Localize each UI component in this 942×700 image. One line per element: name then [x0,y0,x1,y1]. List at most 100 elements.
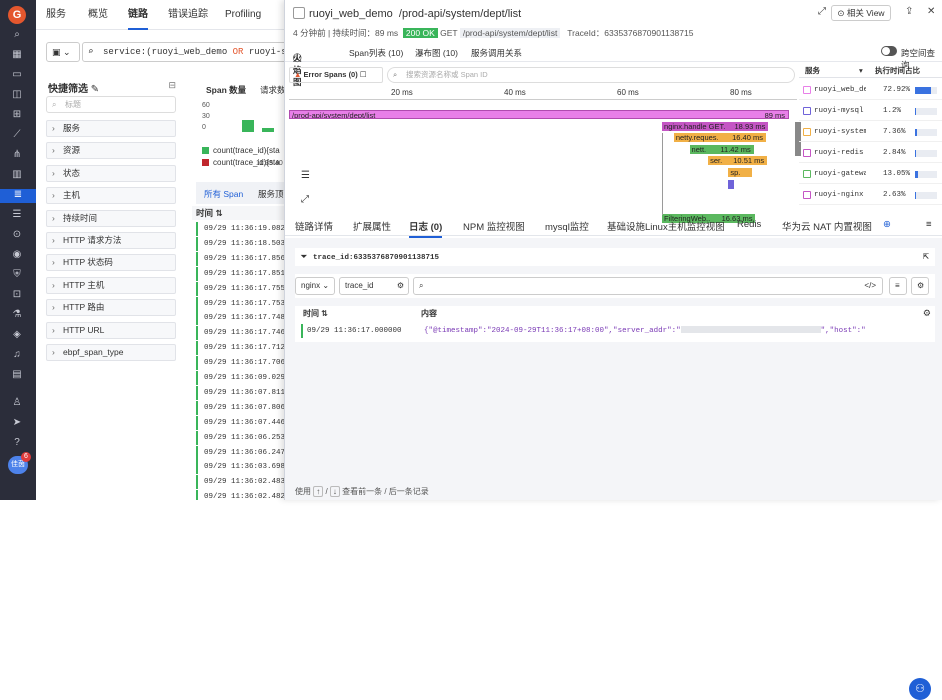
flame-span[interactable]: nett. 11.42 ms [689,144,754,154]
rum-icon[interactable]: ◉ [10,249,24,261]
error-spans-filter[interactable]: ▲ Error Spans (0) ☐ [289,67,383,83]
span-search-input[interactable]: ⌕ 搜索资源名称或 Span ID [387,67,795,83]
table-row[interactable]: 09/29 11:36:03.69800 [196,460,284,475]
filter-group[interactable]: › 持续时间 [46,209,176,227]
filter-group[interactable]: › HTTP 状态码 [46,254,176,272]
list-view-icon[interactable]: ≡ [889,277,907,295]
chart-icon[interactable]: ▥ [10,169,24,181]
menu-icon[interactable]: ≡ [926,219,932,230]
tab-top-services[interactable]: 服务顶 [258,188,284,200]
list-icon[interactable]: ☰ [301,170,310,181]
index-select[interactable]: nginx ⌄ [295,277,335,295]
table-row[interactable]: 09/29 11:36:17.71287 [196,341,284,356]
tab-mysql-view[interactable]: mysql监控 [545,219,589,233]
tab-overview[interactable]: 概览 [88,0,108,30]
send-icon[interactable]: ➤ [10,417,24,429]
table-row[interactable]: 09/29 11:36:17.85678 [196,251,284,266]
monitor-icon[interactable]: ▭ [10,69,24,81]
service-row[interactable]: ruoyi-system 7.36% [799,122,942,142]
filter-group[interactable]: › ebpf_span_type [46,344,176,361]
view-selector-button[interactable]: ▣ ⌄ [46,42,80,62]
filter-group[interactable]: › 主机 [46,187,176,205]
service-row[interactable]: ruoyi_web_de.. 72.92% [799,80,942,100]
security-icon[interactable]: ⛨ [10,269,24,281]
filter-group[interactable]: › HTTP 路由 [46,299,176,317]
service-row[interactable]: ruoyi-mysql 1.2% [799,101,942,121]
shield-icon[interactable]: ◈ [10,329,24,341]
tab-services[interactable]: 服务 [46,0,66,30]
table-row[interactable]: 09/29 11:36:17.74689 [196,326,284,341]
search-icon[interactable]: ⌕ [10,29,24,41]
table-row[interactable]: 09/29 11:36:07.44600 [196,415,284,430]
add-tab-icon[interactable]: ⊕ [883,219,891,230]
filter-group[interactable]: › 资源 [46,142,176,160]
cross-workspace-toggle[interactable] [881,46,897,56]
lab-icon[interactable]: ⚗ [10,309,24,321]
table-row[interactable]: 09/29 11:36:07.80627 [196,400,284,415]
tab-trace-detail[interactable]: 链路详情 [295,219,333,233]
flame-span[interactable]: sp. [728,168,752,177]
user-access-icon[interactable]: ⊙ [10,229,24,241]
log-row[interactable]: 09/29 11:36:17.000000 {"@timestamp":"202… [301,324,929,338]
user-icon[interactable]: ♙ [10,397,24,409]
filter-group[interactable]: › 服务 [46,120,176,137]
filter-group[interactable]: › HTTP URL [46,321,176,339]
field-select[interactable]: trace_id ⚙ [339,277,409,295]
tab-span-count[interactable]: Span 数量 [206,84,246,96]
column-header-time[interactable]: 时间 ⇅ [192,206,284,220]
tab-waterfall[interactable]: 瀑布图 (10) [415,47,458,59]
filter-group[interactable]: › HTTP 主机 [46,276,176,294]
bell-icon[interactable]: ♫ [10,349,24,361]
tab-error-tracking[interactable]: 错误追踪 [168,0,208,30]
legend-item[interactable]: count(trace_id){sta [202,158,280,167]
flame-span[interactable]: nginx.handle GET. 18.93 ms [662,121,769,131]
tab-linux-host-view[interactable]: 基础设施Linux主机监控视图 [607,219,725,233]
panel-settings-icon[interactable]: ⊟ [168,80,176,91]
edit-icon[interactable]: ✎ [91,84,99,95]
ai-assistant-button[interactable]: ⚇ [909,678,931,700]
filter-group[interactable]: › HTTP 请求方法 [46,232,176,249]
column-settings-icon[interactable]: ⚙ [923,308,931,319]
table-row[interactable]: 09/29 11:36:17.85134 [196,266,284,281]
calendar-icon[interactable]: ▤ [10,369,24,381]
tab-span-list[interactable]: Span列表 (10) [349,47,403,59]
infrastructure-icon[interactable]: ⊞ [10,109,24,121]
log-search-input[interactable]: ⌕ </> [413,277,883,295]
flame-span[interactable] [728,179,735,189]
table-row[interactable]: 09/29 11:36:17.75528 [196,281,284,296]
magic-icon[interactable]: ⤢ [301,194,309,205]
tab-logs[interactable]: 日志 (0) [409,219,443,238]
metrics-icon[interactable]: ⟋ [10,129,24,141]
tab-extended-attributes[interactable]: 扩展属性 [353,219,391,233]
dashboard-icon[interactable]: ◫ [10,89,24,101]
service-row[interactable]: ruoyi-redis 2.84% [799,143,942,163]
app-logo[interactable]: G [8,6,26,24]
checkbox[interactable]: ☐ [360,70,367,79]
apm-icon[interactable]: ≣ [0,189,36,203]
tab-profiling[interactable]: Profiling [225,0,261,30]
filter-group[interactable]: › 状态 [46,164,176,182]
help-icon[interactable]: ? [10,437,24,449]
open-external-icon[interactable]: ⇱ [923,248,929,266]
tab-traces[interactable]: 链路 [128,0,148,30]
table-row[interactable]: 09/29 11:36:09.02900 [196,371,284,385]
table-row[interactable]: 09/29 11:36:07.81196 [196,385,284,400]
tab-huawei-nat-view[interactable]: 华为云 NAT 内置视图 [782,219,872,233]
table-row[interactable]: 09/29 11:36:02.48229 [196,490,284,500]
tab-request-count[interactable]: 请求数 [260,84,284,96]
table-row[interactable]: 09/29 11:36:06.25359 [196,430,284,445]
table-row[interactable]: 09/29 11:36:18.50300 [196,236,284,251]
share-icon[interactable]: ⋔ [10,149,24,161]
lock-icon[interactable]: ⊡ [10,289,24,301]
mini-chart-bar[interactable] [242,119,254,132]
table-row[interactable]: 09/29 11:36:19.08200 [196,222,284,236]
query-input[interactable]: ⌕ service:(ruoyi_web_demo OR ruoyi-syste… [82,42,292,62]
table-row[interactable]: 09/29 11:36:17.75386 [196,296,284,311]
close-icon[interactable]: ✕ [927,6,935,17]
grid-icon[interactable]: ▦ [10,49,24,61]
legend-item[interactable]: count(trace_id){sta [202,146,280,155]
filter-search-input[interactable]: ⌕ 标题 [46,96,176,113]
service-row[interactable]: ruoyi-nginx 2.63% [799,185,942,205]
table-row[interactable]: 09/29 11:36:17.70635 [196,356,284,371]
export-icon[interactable]: ⇪ [905,6,913,17]
